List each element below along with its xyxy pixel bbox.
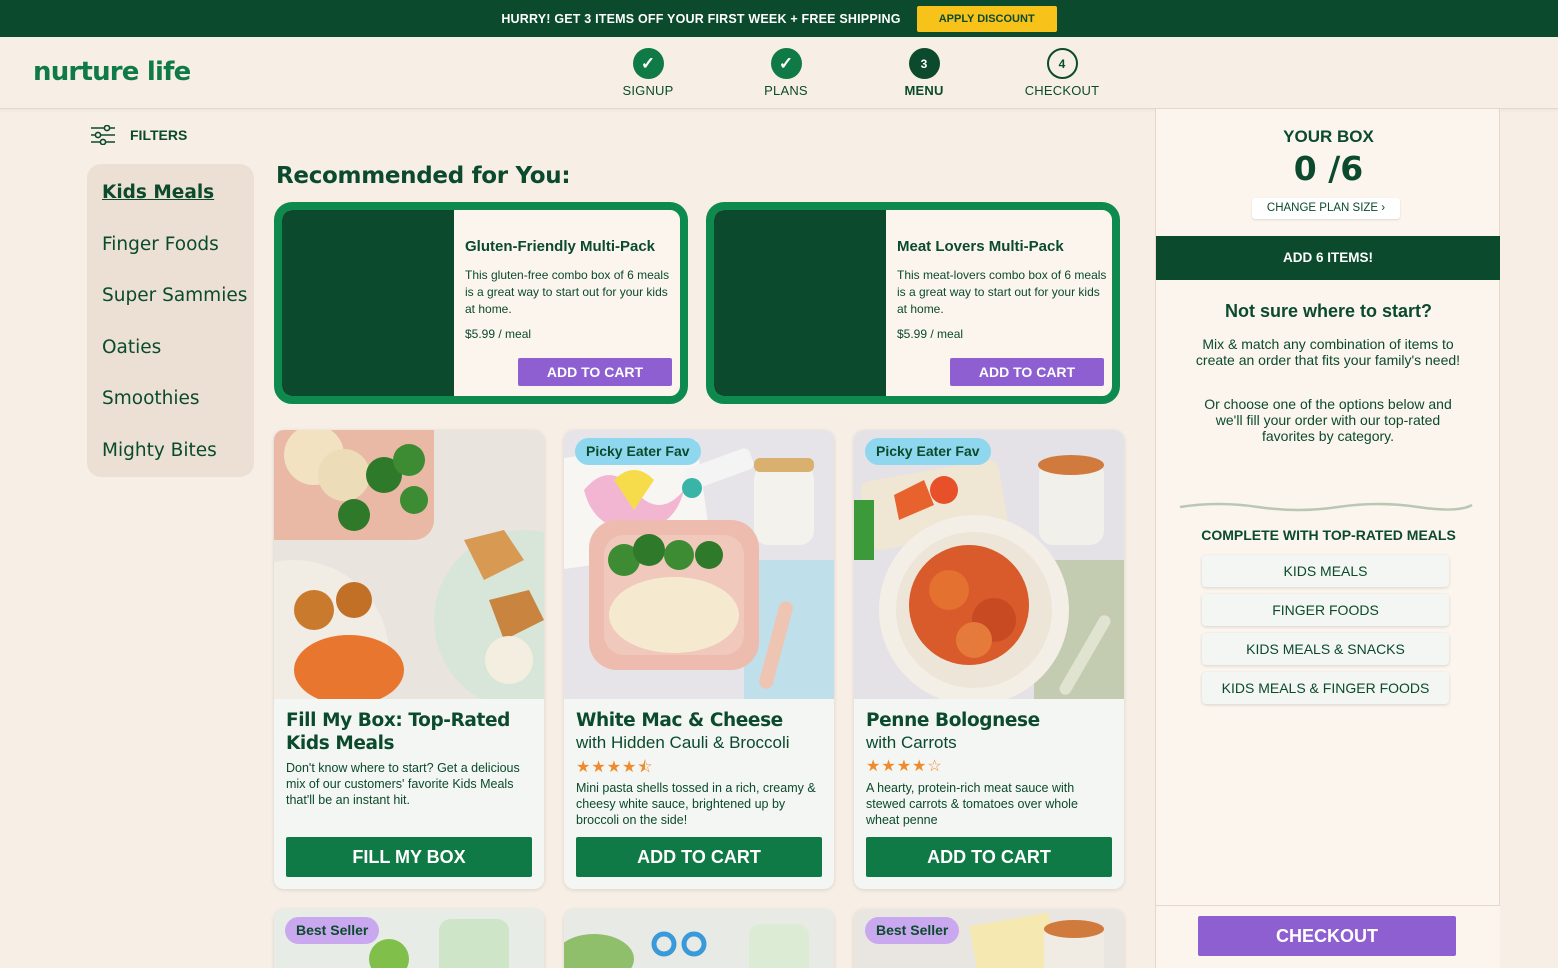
mix-match-text: Mix & match any combination of items to …	[1195, 336, 1461, 368]
product-card[interactable]	[564, 909, 834, 968]
step-label: SIGNUP	[622, 83, 674, 98]
product-title: White Mac & Cheese	[576, 710, 783, 731]
option-finger-foods-button[interactable]: FINGER FOODS	[1202, 594, 1449, 626]
add-to-cart-button[interactable]: ADD TO CART	[866, 837, 1112, 877]
step-checkout: 4 CHECKOUT	[1007, 48, 1117, 98]
product-subtitle: with Hidden Cauli & Broccoli	[576, 733, 790, 752]
change-plan-size-button[interactable]: CHANGE PLAN SIZE ›	[1252, 198, 1400, 219]
product-description: Mini pasta shells tossed in a rich, crea…	[576, 781, 816, 827]
recommended-price: $5.99 / meal	[465, 327, 532, 341]
add-to-cart-button[interactable]: ADD TO CART	[950, 358, 1104, 386]
category-smoothies[interactable]: Smoothies	[87, 384, 254, 436]
your-box-panel: YOUR BOX 0 /6 CHANGE PLAN SIZE › ADD 6 I…	[1155, 109, 1500, 968]
promo-bar: HURRY! GET 3 ITEMS OFF YOUR FIRST WEEK +…	[0, 0, 1558, 37]
add-to-cart-button[interactable]: ADD TO CART	[518, 358, 672, 386]
recommended-card: Gluten-Friendly Multi-Pack This gluten-f…	[274, 202, 688, 404]
product-description: A hearty, protein-rich meat sauce with s…	[866, 781, 1078, 827]
check-icon: ✓	[632, 48, 664, 79]
option-kids-meals-snacks-button[interactable]: KIDS MEALS & SNACKS	[1202, 633, 1449, 665]
step-signup[interactable]: ✓ SIGNUP	[593, 48, 703, 98]
product-image[interactable]	[854, 430, 1124, 699]
badge-picky-eater-fav: Picky Eater Fav	[575, 438, 701, 465]
header: nurture life ✓ SIGNUP ✓ PLANS 3 MENU 4 C…	[0, 37, 1558, 109]
product-card: Picky Eater Fav Penne Bolognese with Car…	[854, 430, 1124, 889]
recommended-description: This gluten-free combo box of 6 meals is…	[465, 268, 670, 316]
product-image	[714, 210, 886, 396]
product-title: Penne Bolognese	[866, 710, 1040, 731]
product-card: Picky Eater Fav White Mac & Cheese with …	[564, 430, 834, 889]
category-finger-foods[interactable]: Finger Foods	[87, 230, 254, 282]
recommended-name: Meat Lovers Multi-Pack	[897, 238, 1064, 255]
product-card[interactable]: Best Seller	[854, 909, 1124, 968]
badge-best-seller: Best Seller	[285, 917, 380, 944]
category-super-sammies[interactable]: Super Sammies	[87, 281, 254, 333]
product-description: Don't know where to start? Get a delicio…	[286, 761, 520, 807]
complete-top-rated-title: COMPLETE WITH TOP-RATED MEALS	[1201, 527, 1456, 543]
checkout-footer: CHECKOUT	[1156, 905, 1500, 968]
step-number: 4	[1046, 48, 1078, 79]
recommended-price: $5.99 / meal	[897, 327, 964, 341]
checkout-button[interactable]: CHECKOUT	[1198, 916, 1456, 956]
category-oaties[interactable]: Oaties	[87, 333, 254, 385]
sliders-icon	[91, 125, 115, 145]
choose-options-text: Or choose one of the options below and w…	[1204, 396, 1452, 444]
promo-text: HURRY! GET 3 ITEMS OFF YOUR FIRST WEEK +…	[501, 11, 901, 26]
step-menu: 3 MENU	[869, 48, 979, 98]
product-title: Fill My Box: Top-Rated Kids Meals	[286, 710, 510, 754]
check-icon: ✓	[770, 48, 802, 79]
category-mighty-bites[interactable]: Mighty Bites	[87, 436, 254, 488]
step-label: CHECKOUT	[1024, 83, 1100, 98]
step-label: MENU	[904, 83, 944, 98]
filters-button[interactable]: FILTERS	[90, 125, 187, 145]
product-image	[564, 909, 834, 968]
star-rating: ★★★★☆	[866, 758, 943, 775]
add-items-banner: ADD 6 ITEMS!	[1156, 236, 1500, 280]
your-box-title: YOUR BOX	[1283, 127, 1374, 146]
product-image	[282, 210, 454, 396]
wave-divider	[1179, 502, 1473, 512]
step-label: PLANS	[764, 83, 808, 98]
product-card: Fill My Box: Top-Rated Kids Meals Don't …	[274, 430, 544, 889]
step-plans[interactable]: ✓ PLANS	[731, 48, 841, 98]
fill-my-box-button[interactable]: FILL MY BOX	[286, 837, 532, 877]
recommended-description: This meat-lovers combo box of 6 meals is…	[897, 268, 1107, 316]
filters-label: FILTERS	[130, 127, 188, 143]
recommended-card: Meat Lovers Multi-Pack This meat-lovers …	[706, 202, 1120, 404]
add-to-cart-button[interactable]: ADD TO CART	[576, 837, 822, 877]
product-card[interactable]: Best Seller	[274, 909, 544, 968]
category-nav: Kids Meals Finger Foods Super Sammies Oa…	[87, 164, 254, 477]
option-kids-meals-button[interactable]: KIDS MEALS	[1202, 555, 1449, 587]
logo[interactable]: nurture life	[33, 57, 191, 87]
category-kids-meals[interactable]: Kids Meals	[87, 178, 254, 230]
product-image[interactable]	[564, 430, 834, 699]
step-number: 3	[908, 48, 940, 79]
product-image[interactable]	[274, 430, 544, 699]
apply-discount-button[interactable]: APPLY DISCOUNT	[916, 5, 1057, 32]
recommended-title: Recommended for You:	[276, 163, 571, 189]
box-item-count: 0 /6	[1293, 149, 1364, 188]
star-rating: ★★★★⯪	[576, 759, 654, 776]
recommended-name: Gluten-Friendly Multi-Pack	[465, 238, 656, 255]
badge-best-seller: Best Seller	[865, 917, 960, 944]
product-subtitle: with Carrots	[866, 733, 957, 752]
not-sure-title: Not sure where to start?	[1224, 301, 1433, 321]
option-kids-meals-finger-foods-button[interactable]: KIDS MEALS & FINGER FOODS	[1202, 672, 1449, 704]
badge-picky-eater-fav: Picky Eater Fav	[865, 438, 991, 465]
